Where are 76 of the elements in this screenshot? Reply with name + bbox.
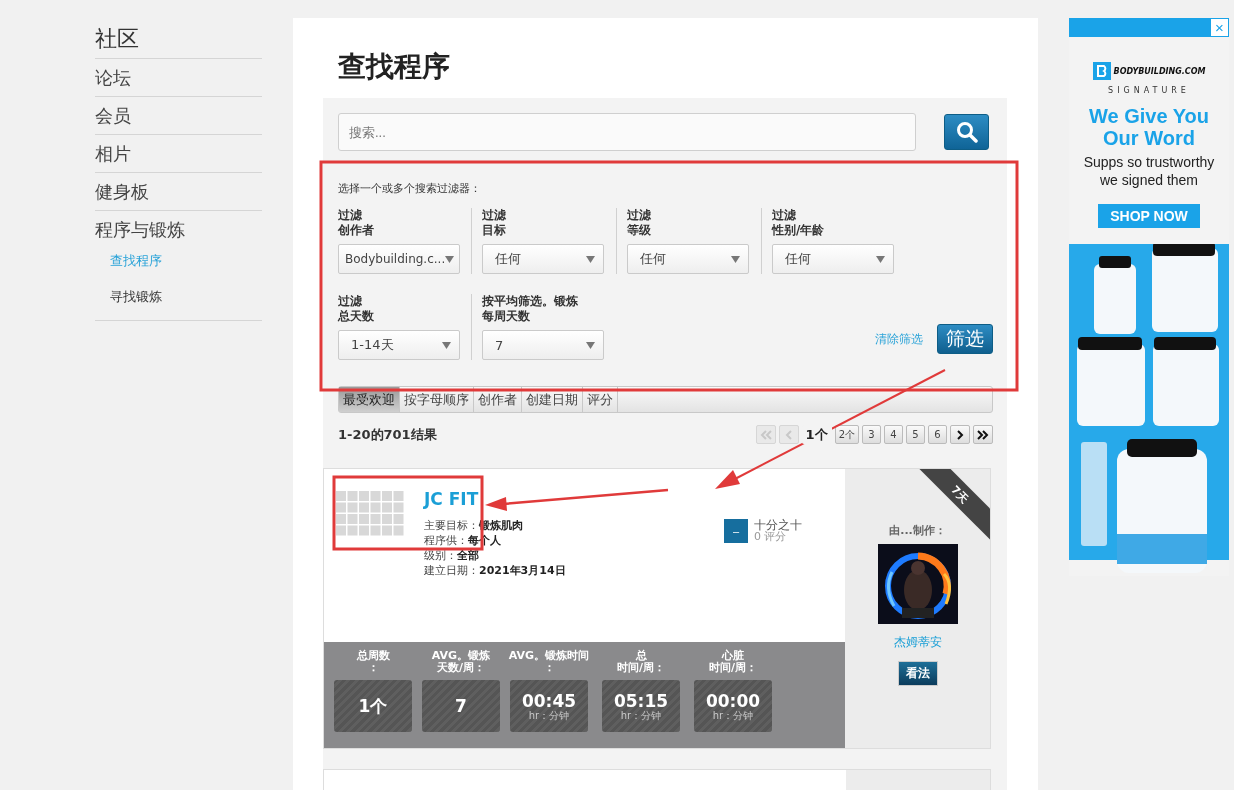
sidebar-heading: 社区 [95,24,262,59]
view-button[interactable]: 看法 [897,661,938,686]
rating-score: 十分之十 [754,519,802,531]
filter-caption: 过滤 [627,208,652,223]
filter-instructions: 选择一个或多个搜索过滤器： [338,181,482,196]
next-page-button[interactable] [950,425,970,444]
double-chevron-icon [759,429,772,440]
stat-tile: 05:15 hr：分钟 [602,680,680,732]
author-label: 由...制作： [889,523,946,538]
caret-icon [445,255,455,263]
stat-tile: 1个 [334,680,412,732]
page-button[interactable]: 5 [906,425,925,444]
sidebar-link[interactable]: 健身板 [95,180,262,204]
sort-tab[interactable]: 创作者 [474,387,522,412]
caret-icon [442,341,451,349]
caret-icon [586,341,595,349]
filter-caption: 过滤 [772,208,797,223]
sort-tab[interactable]: 创建日期 [522,387,583,412]
search-field[interactable]: 搜索... [338,113,916,151]
page-button[interactable]: 1个 [801,425,832,444]
filter-label: 性别/年龄 [772,223,826,238]
sidebar-link[interactable]: 论坛 [95,66,262,90]
filter-button[interactable]: 筛选 [937,324,993,354]
filter-label: 每周天数 [482,309,531,324]
stat-label: AVG。锻炼 天数/周： [431,650,491,676]
stat-tile: 00:00 hr：分钟 [694,680,772,732]
stat-label: 总 时间/周： [617,650,665,676]
filter-label: 总天数 [338,309,375,324]
results-count: 1-20的701结果 [338,425,437,444]
brand-subtitle: SIGNATURE [1108,86,1190,95]
filter-caption: 过滤 [338,208,363,223]
stat-label: AVG。锻炼时间 ： [508,650,590,676]
sort-tab[interactable]: 按字母顺序 [400,387,474,412]
caret-icon [731,255,740,263]
filter-dropdown[interactable]: 1-14天 [338,330,460,360]
sidebar-link[interactable]: 程序与锻炼 [95,218,262,242]
ad-text: Supps so trustworthy we signed them [1082,153,1216,189]
ad-headline: We Give You Our Word [1087,105,1210,149]
filter-caption: 过滤 [482,208,507,223]
last-page-button[interactable] [973,425,993,444]
filter-dropdown[interactable]: 任何 [627,244,749,274]
caret-icon [586,255,595,263]
chevron-icon [954,429,966,440]
search-icon [955,121,978,143]
stat-tile: 00:45 hr：分钟 [510,680,588,732]
filter-dropdown[interactable]: 任何 [772,244,894,274]
stat-label: 总周数 ： [356,650,390,676]
caret-icon [876,255,885,263]
rate-button[interactable]: – [724,519,748,543]
program-detail: 建立日期：2021年3月14日 [424,563,567,578]
page-button[interactable]: 3 [862,425,881,444]
page-button[interactable]: 6 [928,425,947,444]
rating-count: 0 评分 [754,531,787,543]
filter-dropdown[interactable]: Bodybuilding.c... [338,244,460,274]
page-button[interactable]: 2个 [834,425,859,444]
page-title: 查找程序 [338,49,451,85]
filter-caption: 按平均筛选。锻炼 [482,294,579,309]
grid-thumbnail-icon [336,491,404,537]
filter-label: 目标 [482,223,507,238]
sidebar-link[interactable]: 相片 [95,142,262,166]
stat-tile: 7 [422,680,500,732]
brand-name: BODYBUILDING.COM [1113,66,1206,76]
logo-icon [1092,62,1111,80]
filter-dropdown[interactable]: 7 [482,330,604,360]
sidebar-link[interactable]: 会员 [95,104,262,128]
page-button[interactable]: 4 [884,425,903,444]
filter-label: 等级 [627,223,652,238]
sort-tab[interactable]: 评分 [583,387,618,412]
filter-label: 创作者 [338,223,375,238]
search-button[interactable] [944,114,989,150]
sidebar-sublink[interactable]: 寻找锻炼 [95,278,262,314]
stat-label: 心脏 时间/周： [709,650,757,676]
double-chevron-icon [977,429,989,440]
filter-caption: 过滤 [338,294,363,309]
filter-dropdown[interactable]: 任何 [482,244,604,274]
program-detail: 级别：全部 [424,548,480,563]
